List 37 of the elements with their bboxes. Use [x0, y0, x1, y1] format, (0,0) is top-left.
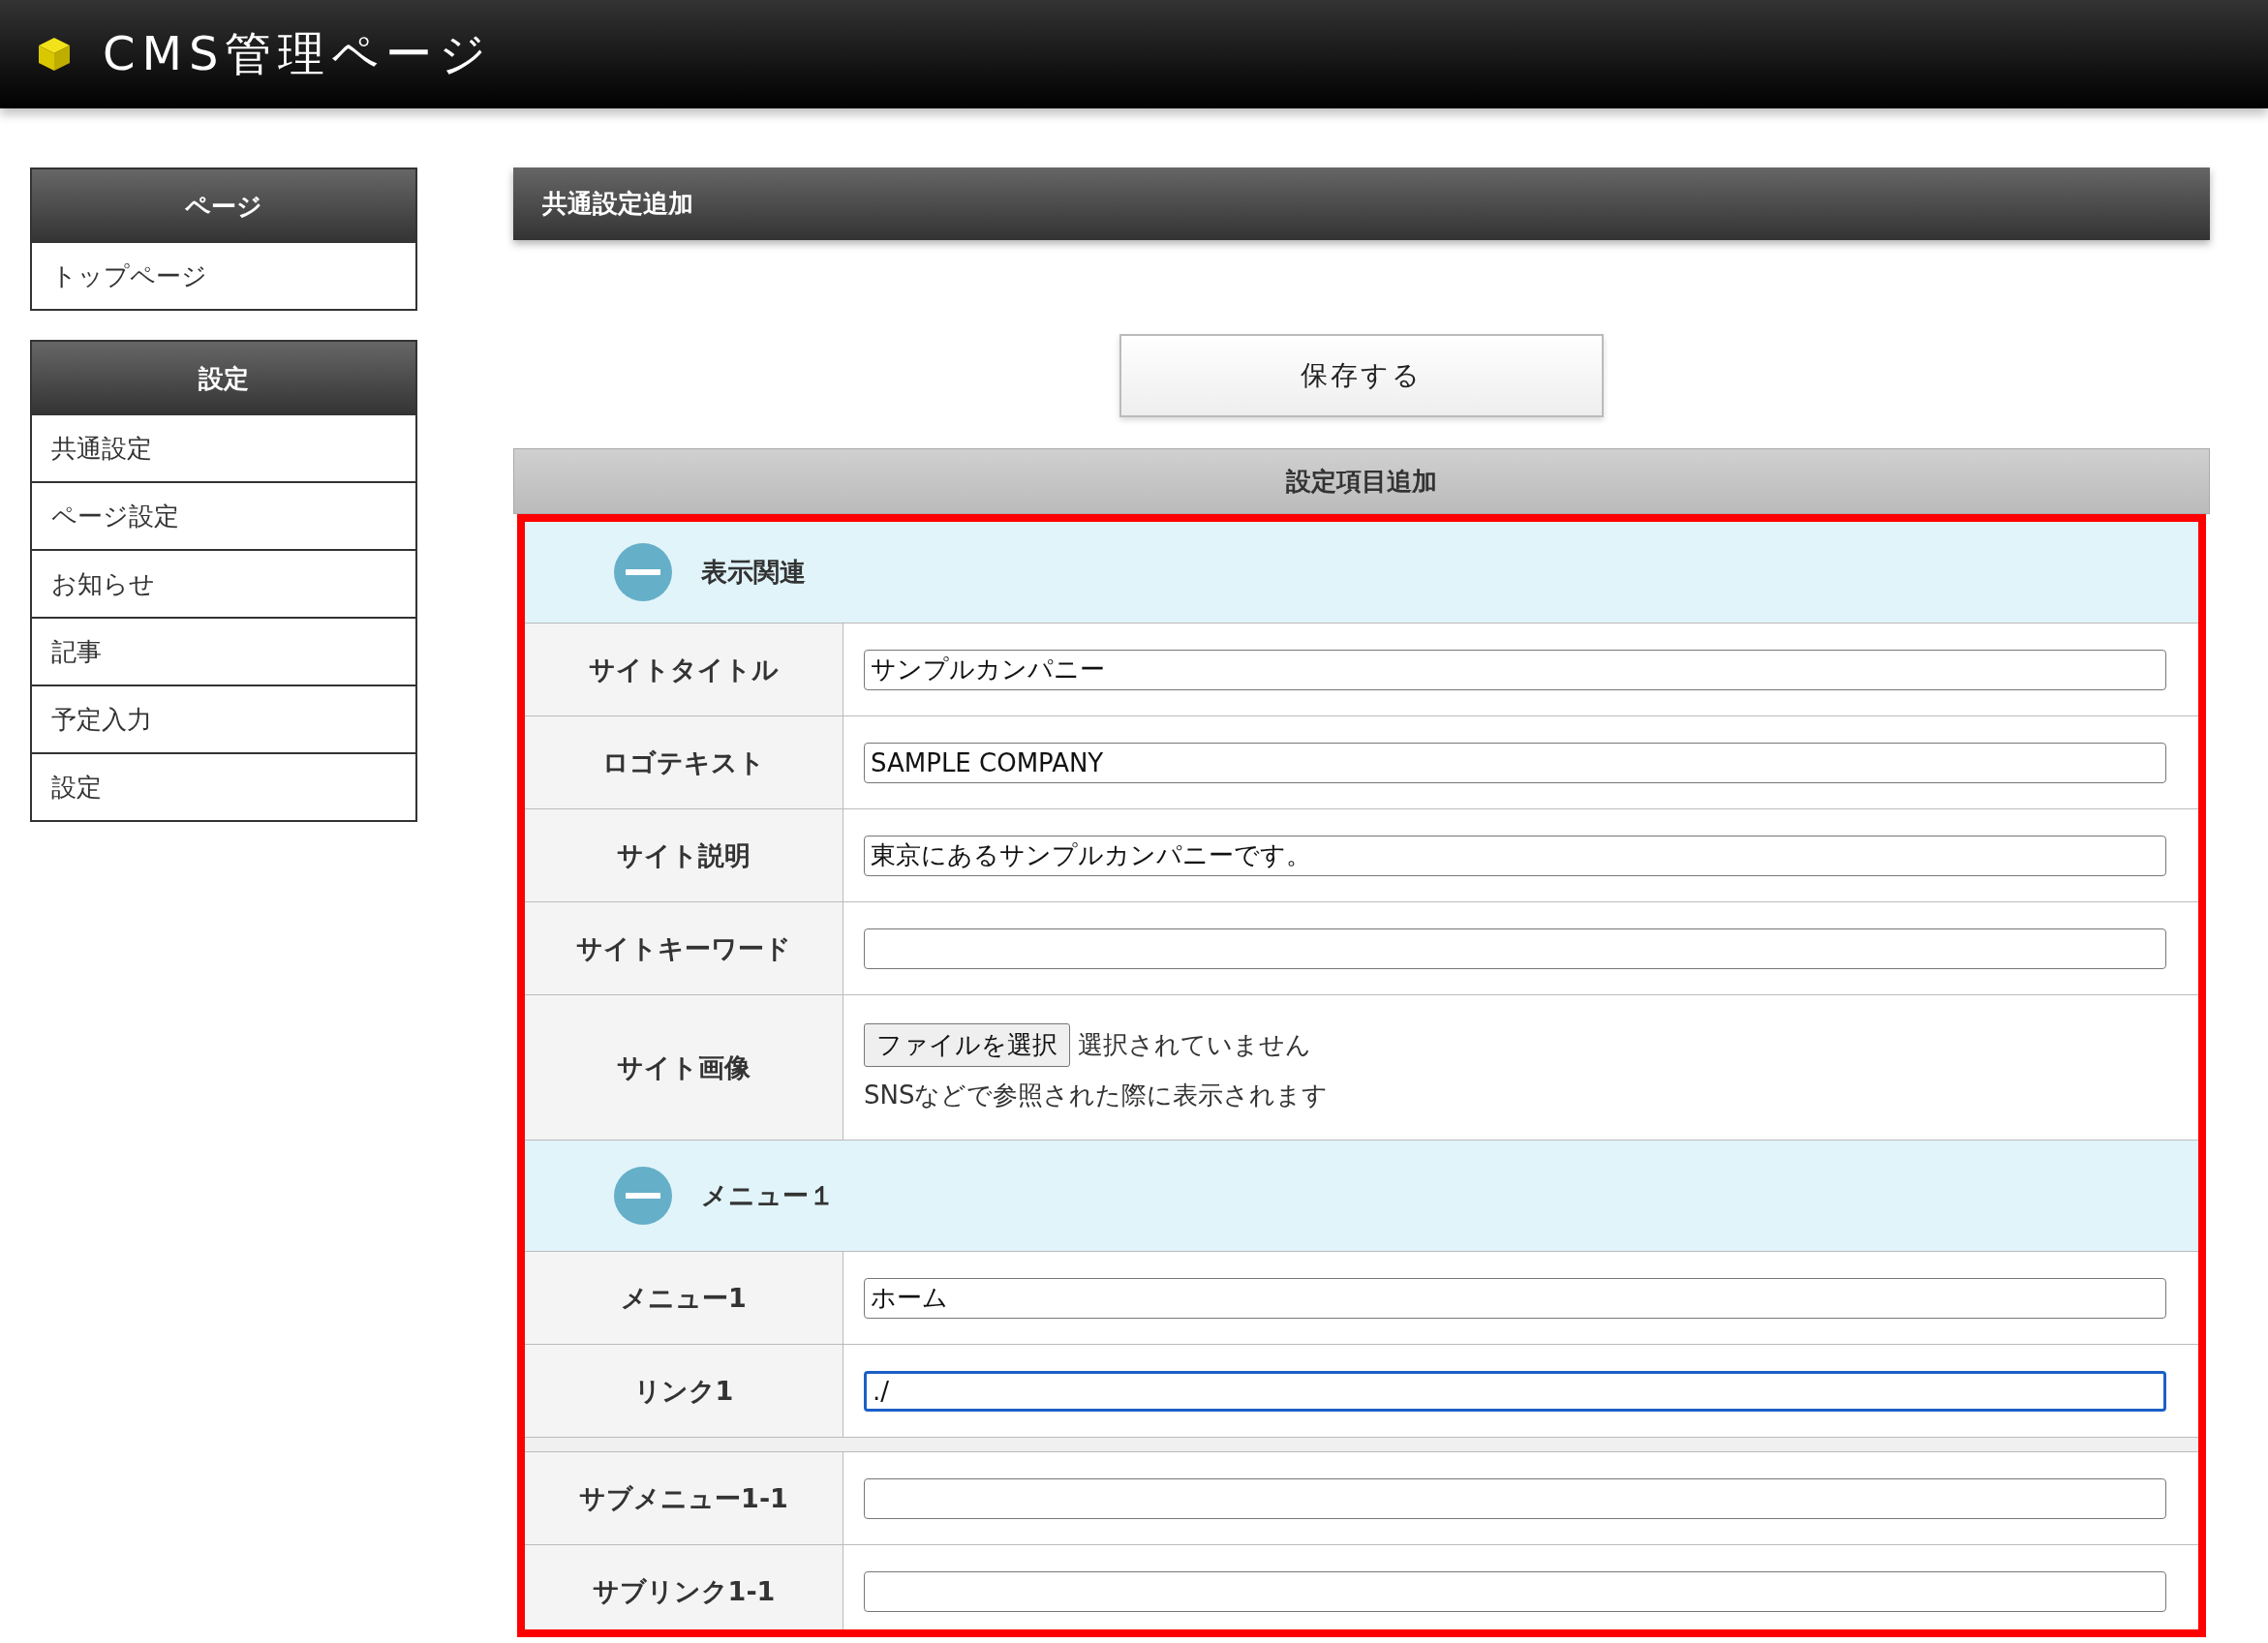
- choose-file-button[interactable]: ファイルを選択: [864, 1022, 1070, 1067]
- input-field[interactable]: [864, 1477, 2166, 1519]
- site-title: CMS管理ページ: [103, 25, 494, 82]
- file-status: 選択されていません: [1078, 1028, 1311, 1061]
- panel-heading: 設定項目追加: [513, 448, 2210, 514]
- field-label: メニュー1: [621, 1281, 747, 1315]
- sidebar-item[interactable]: お知らせ: [32, 549, 415, 617]
- input-field[interactable]: ホーム: [864, 1277, 2166, 1319]
- input-field[interactable]: [864, 1570, 2166, 1612]
- field-label: サイト説明: [617, 838, 751, 872]
- input-field[interactable]: 東京にあるサンプルカンパニーです。: [864, 835, 2166, 876]
- sidebar-item[interactable]: 予定入力: [32, 685, 415, 752]
- help-text: SNSなどで参照された際に表示されます: [864, 1079, 1329, 1111]
- input-field[interactable]: サンプルカンパニー: [864, 649, 2166, 690]
- field-label: ロゴテキスト: [602, 745, 765, 779]
- sidebar-item[interactable]: 共通設定: [32, 415, 415, 481]
- field-label: サブメニュー1-1: [579, 1481, 788, 1515]
- field-label: サイト画像: [617, 1050, 751, 1084]
- save-button[interactable]: 保存する: [1119, 334, 1604, 417]
- sidebar-item[interactable]: トップページ: [32, 243, 415, 309]
- sidebar-item[interactable]: 設定: [32, 752, 415, 820]
- input-field[interactable]: SAMPLE COMPANY: [864, 742, 2166, 783]
- field-label: サブリンク1-1: [592, 1574, 776, 1608]
- sidebar-heading: 設定: [32, 342, 415, 415]
- sidebar-item[interactable]: 記事: [32, 617, 415, 685]
- collapse-icon[interactable]: [614, 543, 672, 601]
- field-label: リンク1: [633, 1374, 734, 1408]
- page-title-bar: 共通設定追加: [513, 167, 2210, 240]
- sidebar-heading: ページ: [32, 169, 415, 243]
- collapse-icon[interactable]: [614, 1167, 672, 1225]
- sidebar-item[interactable]: ページ設定: [32, 481, 415, 549]
- field-label: サイトタイトル: [589, 653, 779, 686]
- field-label: サイトキーワード: [576, 931, 791, 965]
- section-title: メニュー１: [701, 1179, 835, 1212]
- input-field[interactable]: ./: [864, 1370, 2166, 1412]
- input-field[interactable]: [864, 928, 2166, 969]
- section-title: 表示関連: [701, 556, 806, 589]
